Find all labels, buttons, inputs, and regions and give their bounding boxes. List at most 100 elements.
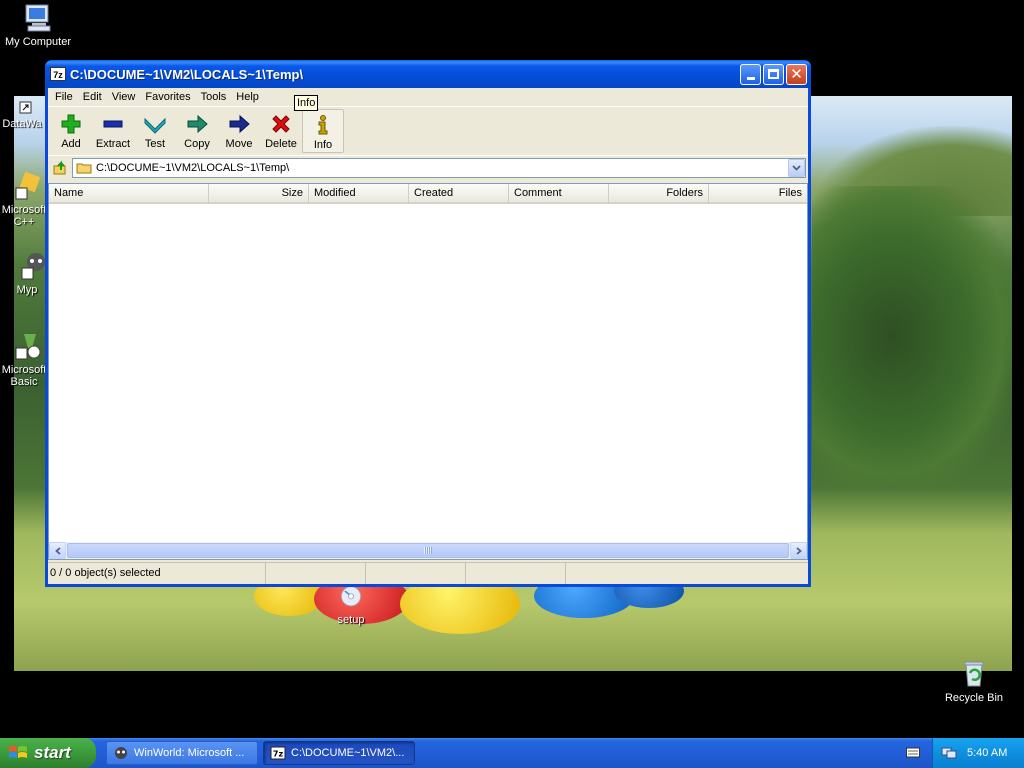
datawa-label: DataWa bbox=[2, 118, 42, 130]
window-client-area: File Edit View Favorites Tools Help Add … bbox=[48, 88, 808, 584]
chevron-right-icon bbox=[795, 546, 802, 555]
menu-file[interactable]: File bbox=[50, 91, 78, 103]
extract-button[interactable]: Extract bbox=[92, 109, 134, 153]
start-button[interactable]: start bbox=[0, 738, 96, 768]
cd-disc-icon bbox=[340, 586, 362, 607]
maximize-button[interactable] bbox=[763, 63, 784, 85]
column-comment[interactable]: Comment bbox=[509, 184, 609, 204]
taskbar: start WinWorld: Microsoft ... 7z C:\DOCU… bbox=[0, 738, 1024, 768]
delete-button[interactable]: Delete bbox=[260, 109, 302, 153]
status-pane-5 bbox=[566, 563, 808, 584]
minus-icon bbox=[103, 120, 123, 128]
menu-favorites[interactable]: Favorites bbox=[140, 91, 195, 103]
column-name[interactable]: Name bbox=[49, 184, 209, 204]
menu-view[interactable]: View bbox=[107, 91, 141, 103]
folder-icon bbox=[76, 163, 92, 173]
info-button[interactable]: Info bbox=[302, 109, 344, 153]
copy-label: Copy bbox=[184, 138, 210, 150]
move-button[interactable]: Move bbox=[218, 109, 260, 153]
address-dropdown-button[interactable] bbox=[788, 158, 805, 177]
address-combobox[interactable]: C:\DOCUME~1\VM2\LOCALS~1\Temp\ bbox=[72, 157, 806, 178]
title-bar[interactable]: 7z C:\DOCUME~1\VM2\LOCALS~1\Temp\ ✕ bbox=[45, 60, 811, 88]
up-folder-icon bbox=[53, 160, 66, 174]
taskbar-item-winworld[interactable]: WinWorld: Microsoft ... bbox=[106, 741, 258, 765]
minimize-button[interactable] bbox=[740, 63, 761, 85]
column-header: Name Size Modified Created Comment Folde… bbox=[49, 184, 807, 204]
start-label: start bbox=[34, 743, 71, 762]
keyboard-icon[interactable] bbox=[906, 746, 920, 758]
info-icon bbox=[318, 115, 328, 135]
my-computer-icon[interactable]: My Computer bbox=[0, 2, 76, 48]
close-icon: ✕ bbox=[790, 66, 803, 83]
browser-raccoon-icon bbox=[115, 747, 127, 759]
recycle-bin-icon-shortcut[interactable]: Recycle Bin bbox=[936, 658, 1012, 704]
checkmark-icon bbox=[144, 117, 166, 134]
address-text[interactable]: C:\DOCUME~1\VM2\LOCALS~1\Temp\ bbox=[96, 162, 788, 174]
grip-icon bbox=[424, 547, 432, 554]
status-pane-3 bbox=[366, 563, 466, 584]
system-tray: 5:40 AM bbox=[932, 738, 1024, 768]
visual-basic-icon bbox=[15, 334, 41, 360]
test-button[interactable]: Test bbox=[134, 109, 176, 153]
arrow-right-icon bbox=[187, 114, 208, 134]
scroll-left-button[interactable] bbox=[49, 542, 66, 559]
taskbar-item-7zip-label: C:\DOCUME~1\VM2\... bbox=[291, 747, 405, 759]
file-list[interactable]: Name Size Modified Created Comment Folde… bbox=[48, 183, 808, 560]
visual-cpp-icon bbox=[15, 171, 41, 200]
status-selection: 0 / 0 object(s) selected bbox=[48, 563, 266, 584]
status-bar: 0 / 0 object(s) selected bbox=[48, 562, 808, 584]
maximize-icon bbox=[768, 69, 779, 79]
chevron-left-icon bbox=[54, 546, 61, 555]
my-computer-label: My Computer bbox=[4, 36, 72, 48]
copy-button[interactable]: Copy bbox=[176, 109, 218, 153]
status-pane-4 bbox=[466, 563, 566, 584]
myp-label: Myp bbox=[16, 284, 38, 296]
scroll-right-button[interactable] bbox=[790, 542, 807, 559]
file-manager-window: 7z C:\DOCUME~1\VM2\LOCALS~1\Temp\ ✕ File… bbox=[45, 60, 811, 587]
menu-bar: File Edit View Favorites Tools Help bbox=[48, 88, 808, 107]
close-button[interactable]: ✕ bbox=[786, 63, 807, 85]
scroll-track[interactable] bbox=[66, 542, 790, 559]
column-size[interactable]: Size bbox=[209, 184, 309, 204]
chevron-down-icon bbox=[792, 164, 801, 171]
x-icon bbox=[272, 115, 290, 133]
network-icon[interactable] bbox=[941, 746, 957, 760]
scroll-thumb[interactable] bbox=[67, 543, 789, 558]
plus-icon bbox=[61, 114, 81, 134]
status-pane-2 bbox=[266, 563, 366, 584]
info-label: Info bbox=[313, 139, 333, 151]
extract-label: Extract bbox=[95, 138, 131, 150]
minimize-icon bbox=[746, 76, 755, 80]
column-folders[interactable]: Folders bbox=[609, 184, 709, 204]
recycle-bin-label: Recycle Bin bbox=[944, 692, 1004, 704]
setup-label: setup bbox=[337, 614, 365, 626]
add-button[interactable]: Add bbox=[50, 109, 92, 153]
computer-icon bbox=[25, 4, 51, 32]
7zip-app-icon[interactable]: 7z bbox=[50, 67, 66, 81]
up-folder-button[interactable] bbox=[50, 158, 72, 178]
column-created[interactable]: Created bbox=[409, 184, 509, 204]
menu-help[interactable]: Help bbox=[231, 91, 264, 103]
setup-icon-shortcut[interactable]: setup bbox=[313, 584, 389, 626]
wallpaper-trees bbox=[812, 186, 1012, 486]
taskbar-item-winworld-label: WinWorld: Microsoft ... bbox=[134, 747, 245, 759]
horizontal-scrollbar[interactable] bbox=[49, 542, 807, 559]
clock[interactable]: 5:40 AM bbox=[967, 747, 1007, 759]
column-modified[interactable]: Modified bbox=[309, 184, 409, 204]
column-files[interactable]: Files bbox=[709, 184, 807, 204]
menu-tools[interactable]: Tools bbox=[196, 91, 232, 103]
add-label: Add bbox=[61, 138, 81, 150]
delete-label: Delete bbox=[265, 138, 297, 150]
7zip-taskbar-icon: 7z bbox=[270, 746, 286, 760]
menu-edit[interactable]: Edit bbox=[78, 91, 107, 103]
windows-flag-icon bbox=[9, 746, 27, 758]
move-label: Move bbox=[225, 138, 253, 150]
window-title: C:\DOCUME~1\VM2\LOCALS~1\Temp\ bbox=[70, 66, 304, 82]
arrow-right-icon bbox=[229, 114, 250, 134]
taskbar-item-7zip[interactable]: 7z C:\DOCUME~1\VM2\... bbox=[263, 741, 415, 765]
file-list-body[interactable] bbox=[49, 206, 807, 542]
svg-text:7z: 7z bbox=[273, 750, 284, 759]
toolbar: Add Extract Test Copy Move Delete Info bbox=[48, 107, 808, 155]
test-label: Test bbox=[144, 138, 166, 150]
address-row: C:\DOCUME~1\VM2\LOCALS~1\Temp\ bbox=[48, 155, 808, 179]
